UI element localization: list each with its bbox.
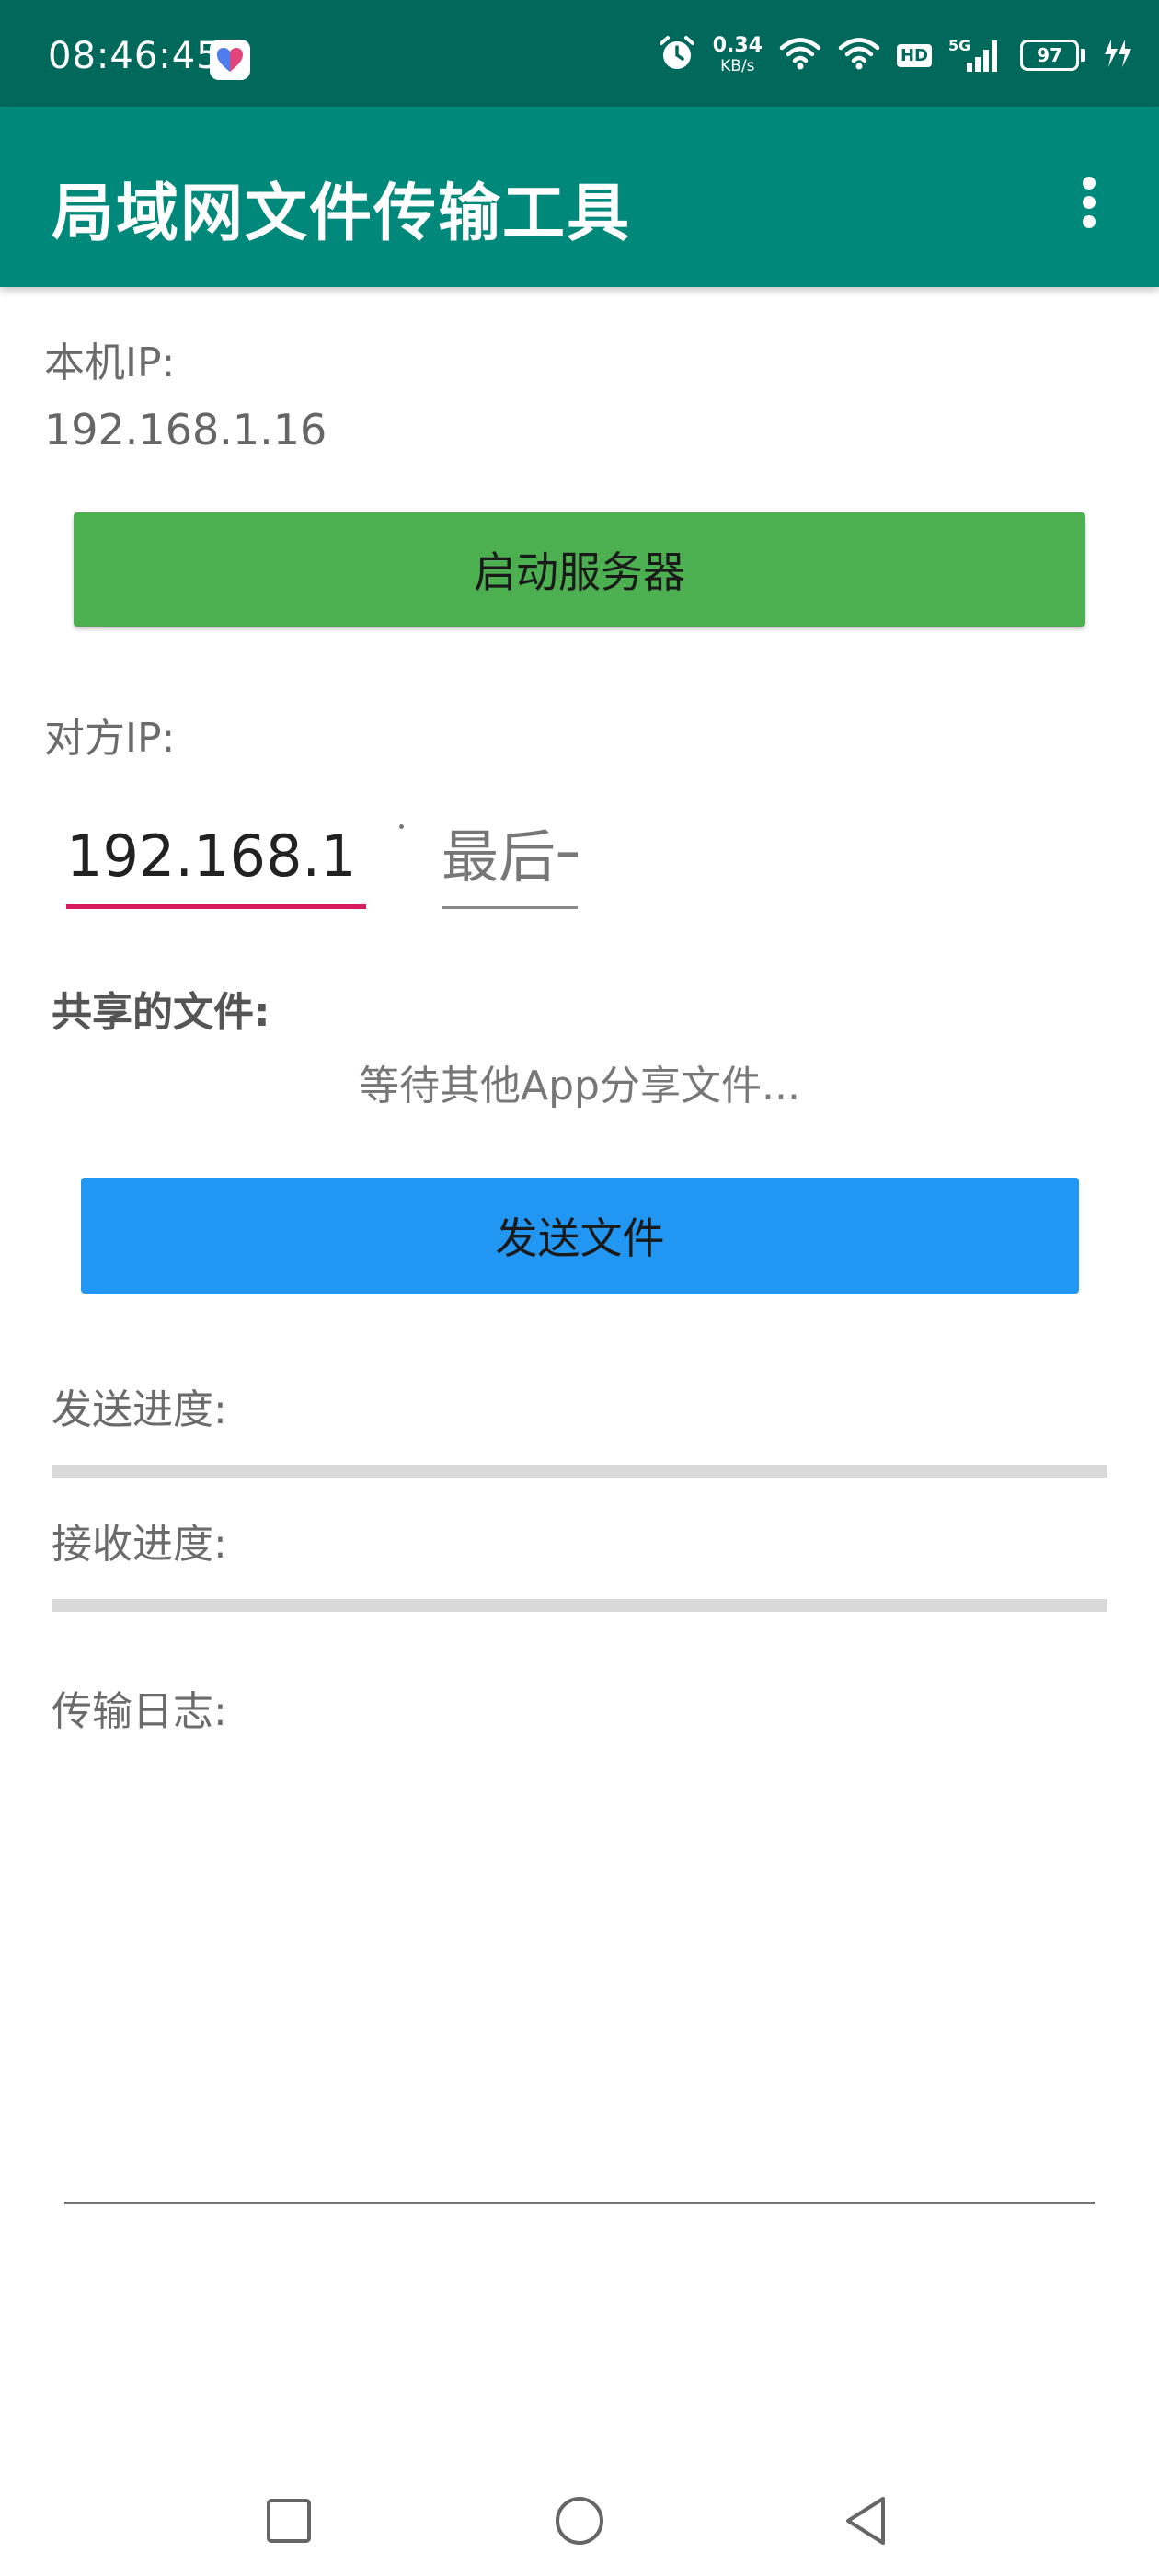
shared-files-label: 共享的文件:	[52, 989, 270, 1036]
send-progress-label: 发送进度:	[52, 1386, 227, 1433]
send-progress-bar	[52, 1465, 1107, 1478]
transfer-log-text[interactable]	[64, 1785, 1095, 2204]
navigation-bar	[0, 2447, 1159, 2576]
net-speed-unit: KB/s	[720, 57, 755, 75]
status-time: 08:46:45	[48, 35, 221, 77]
heart-icon	[210, 40, 250, 80]
signal-icon: 5G	[948, 37, 1004, 74]
local-ip-value: 192.168.1.16	[44, 405, 327, 454]
ip-separator-dot	[399, 824, 404, 829]
more-vert-icon[interactable]	[1069, 169, 1109, 236]
send-file-button[interactable]: 发送文件	[81, 1178, 1079, 1294]
charging-icon	[1102, 38, 1133, 73]
wifi-icon	[779, 36, 821, 75]
status-icons: 0.34 KB/s HD 5G 97	[658, 28, 1133, 83]
receive-progress-bar	[52, 1599, 1107, 1612]
wifi-icon	[838, 36, 880, 75]
receive-progress-label: 接收进度:	[52, 1521, 227, 1568]
alarm-icon	[658, 34, 696, 76]
back-triangle-icon[interactable]	[830, 2484, 903, 2558]
app-title: 局域网文件传输工具	[52, 178, 632, 250]
peer-ip-prefix-input[interactable]	[66, 808, 366, 909]
peer-ip-label: 对方IP:	[44, 715, 176, 762]
local-ip-label: 本机IP:	[44, 339, 176, 386]
home-circle-icon[interactable]	[543, 2484, 616, 2558]
battery-icon: 97	[1020, 40, 1085, 71]
transfer-log-label: 传输日志:	[52, 1688, 227, 1735]
peer-ip-last-octet-input[interactable]	[442, 808, 578, 909]
net-speed: 0.34 KB/s	[713, 36, 763, 75]
hd-badge: HD	[896, 43, 932, 67]
start-server-button[interactable]: 启动服务器	[74, 512, 1085, 627]
net-speed-value: 0.34	[712, 34, 763, 57]
battery-level: 97	[1020, 40, 1079, 71]
shared-files-status: 等待其他App分享文件...	[359, 1063, 800, 1110]
status-bar: 08:46:45 0.34 KB/s HD 5G 97	[0, 0, 1159, 107]
recents-square-icon[interactable]	[252, 2484, 326, 2558]
app-bar: 局域网文件传输工具	[0, 107, 1159, 287]
